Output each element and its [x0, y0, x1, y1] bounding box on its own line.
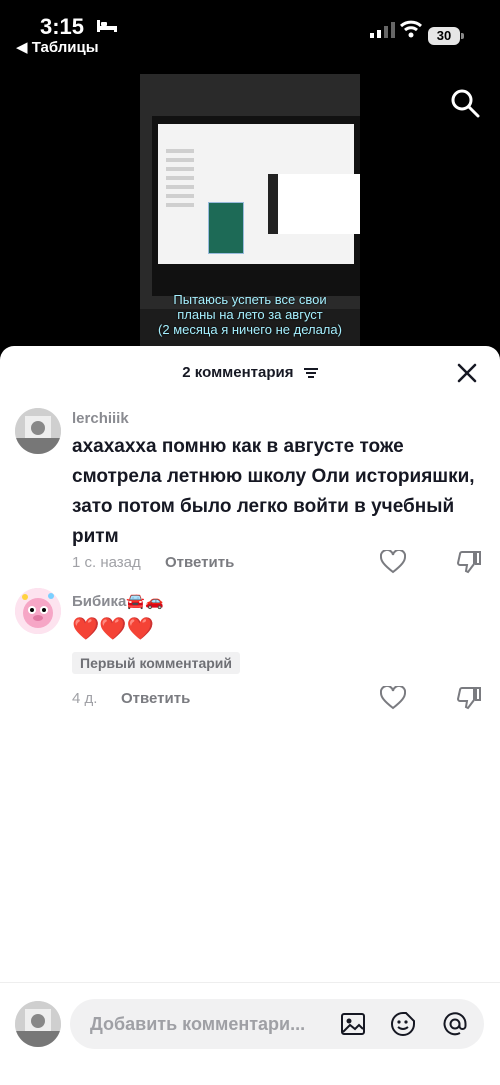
comment-text: ❤️❤️❤️ [72, 616, 155, 641]
comment-item: Бибика🚘🚗 ❤️❤️❤️ Первый комментарий 4 д. … [0, 588, 500, 718]
cellular-signal-icon [370, 22, 395, 38]
comment-time: 1 с. назад [72, 554, 141, 571]
comments-count-title: 2 комментария [182, 364, 294, 381]
image-icon[interactable] [340, 1011, 366, 1037]
comment-composer: Добавить комментари... [0, 982, 500, 1085]
comment-item: lerchiiik ахахахха помню как в августе т… [0, 406, 500, 576]
emoji-icon[interactable] [390, 1011, 416, 1037]
dislike-icon[interactable] [456, 686, 482, 710]
monitor-image [152, 116, 360, 296]
status-bar: 3:15 ◀ Таблицы 30 [0, 0, 500, 60]
status-time: 3:15 [40, 14, 85, 39]
reply-button[interactable]: Ответить [121, 690, 190, 707]
battery-indicator: 30 [428, 27, 464, 45]
video-caption: Пытаюсь успеть все свои планы на лето за… [158, 292, 342, 337]
comment-text: ахахахха помню как в августе тоже смотре… [72, 436, 475, 547]
close-icon[interactable] [456, 362, 478, 384]
comments-header: 2 комментария [0, 364, 500, 381]
comments-panel: 2 комментария lerchiiik ахахахха помню к… [0, 346, 500, 1084]
dislike-icon[interactable] [456, 550, 482, 574]
search-icon[interactable] [450, 88, 480, 118]
comment-username[interactable]: Бибика🚘🚗 [72, 592, 164, 610]
mention-icon[interactable] [442, 1011, 468, 1037]
avatar[interactable] [15, 588, 61, 634]
comment-time: 4 д. [72, 690, 98, 707]
avatar[interactable] [15, 1001, 61, 1047]
reply-button[interactable]: Ответить [165, 554, 234, 571]
heart-icon[interactable] [380, 686, 406, 710]
wifi-icon [400, 20, 422, 38]
back-to-app-link[interactable]: ◀ Таблицы [16, 38, 99, 56]
first-comment-badge: Первый комментарий [72, 652, 241, 674]
comment-username[interactable]: lerchiiik [72, 410, 129, 427]
comment-input-placeholder: Добавить комментари... [90, 1014, 306, 1034]
sort-icon[interactable] [303, 367, 318, 379]
comment-input[interactable]: Добавить комментари... [70, 999, 484, 1049]
avatar[interactable] [15, 408, 61, 454]
heart-icon[interactable] [380, 550, 406, 574]
sleep-focus-icon [97, 20, 117, 32]
